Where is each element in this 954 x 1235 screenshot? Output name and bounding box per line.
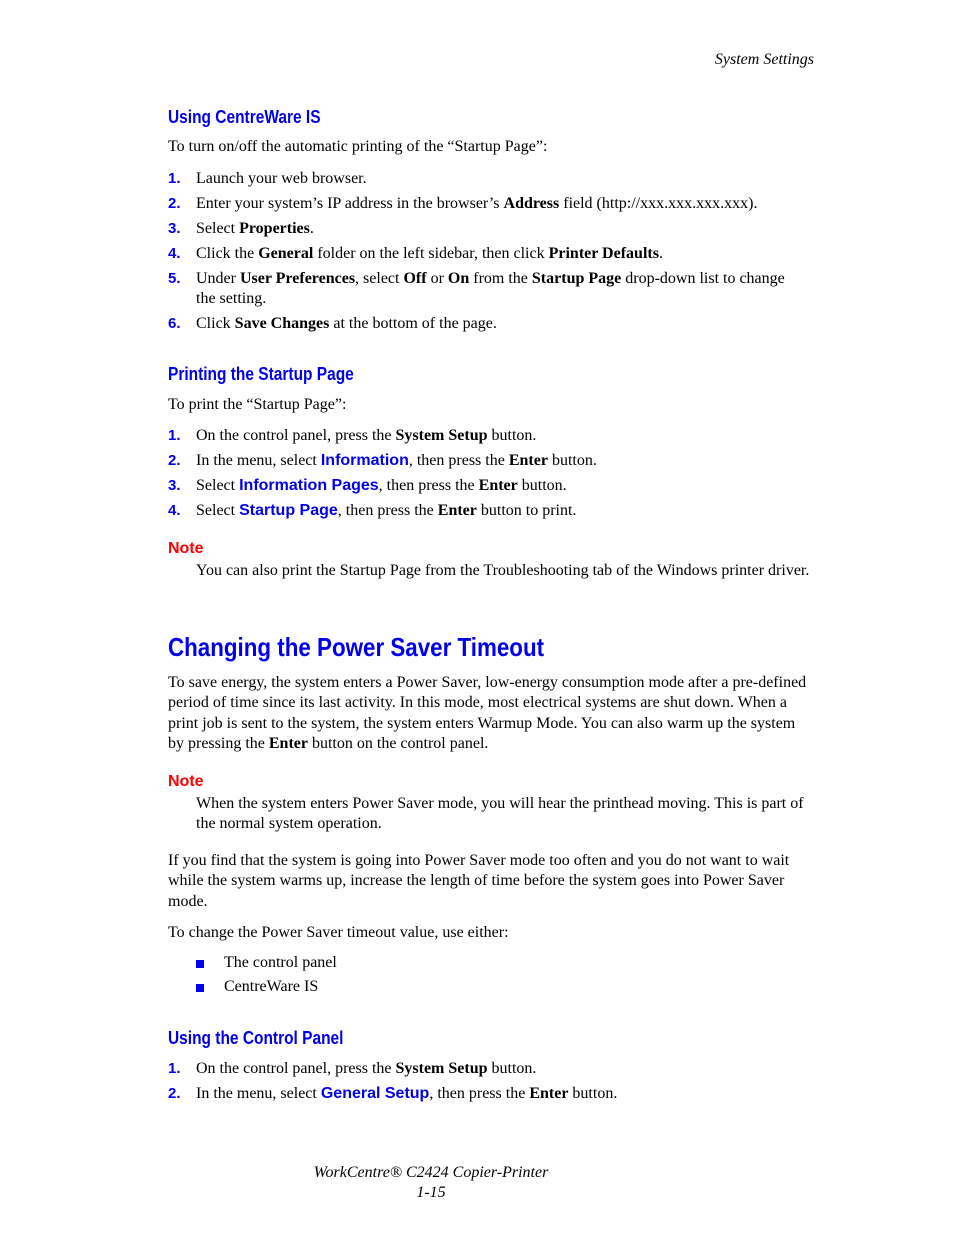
section-heading-using-control-panel: Using the Control Panel bbox=[168, 1028, 344, 1048]
step-text: Click Save Changes at the bottom of the … bbox=[196, 315, 497, 332]
step-text: On the control panel, press the System S… bbox=[196, 1060, 537, 1077]
step-text: Enter your system’s IP address in the br… bbox=[196, 195, 758, 212]
step-number: 5. bbox=[168, 270, 181, 287]
step-number: 3. bbox=[168, 220, 181, 237]
note-label: Note bbox=[168, 540, 204, 557]
section1-intro: To turn on/off the automatic printing of… bbox=[168, 138, 548, 155]
bullet-square-icon bbox=[196, 984, 204, 992]
menu-item-startup-page: Startup Page bbox=[239, 502, 338, 519]
step-number: 2. bbox=[168, 452, 181, 469]
step-text: In the menu, select General Setup, then … bbox=[196, 1085, 618, 1102]
menu-item-information: Information bbox=[320, 452, 409, 469]
step-text: Select Information Pages, then press the… bbox=[196, 477, 567, 494]
step-number: 2. bbox=[168, 1085, 181, 1102]
page-title-power-saver: Changing the Power Saver Timeout bbox=[168, 632, 545, 662]
step-number: 4. bbox=[168, 245, 181, 262]
footer: WorkCentre® C2424 Copier-Printer 1-15 bbox=[0, 1163, 908, 1203]
step-number: 6. bbox=[168, 315, 181, 332]
note-text: When the system enters Power Saver mode,… bbox=[196, 795, 804, 832]
note-text: You can also print the Startup Page from… bbox=[196, 562, 810, 579]
menu-item-information-pages: Information Pages bbox=[239, 477, 379, 494]
section2-intro: To print the “Startup Page”: bbox=[168, 396, 347, 413]
note-label: Note bbox=[168, 773, 204, 790]
section3-para-2: If you find that the system is going int… bbox=[168, 852, 790, 910]
step-text: Select Startup Page, then press the Ente… bbox=[196, 502, 577, 519]
step-number: 1. bbox=[168, 170, 181, 187]
step-text: Select Properties. bbox=[196, 220, 314, 237]
step-text: On the control panel, press the System S… bbox=[196, 427, 537, 444]
running-head: System Settings bbox=[714, 51, 814, 68]
section-heading-using-centreware: Using CentreWare IS bbox=[168, 107, 321, 127]
step-number: 1. bbox=[168, 1060, 181, 1077]
section3-para-1: To save energy, the system enters a Powe… bbox=[168, 674, 807, 752]
step-number: 3. bbox=[168, 477, 181, 494]
step-number: 1. bbox=[168, 427, 181, 444]
step-number: 4. bbox=[168, 502, 181, 519]
page-number: 1-15 bbox=[416, 1184, 446, 1201]
footer-product: WorkCentre® C2424 Copier-Printer bbox=[313, 1164, 549, 1181]
section3-para-3: To change the Power Saver timeout value,… bbox=[168, 924, 509, 941]
section-heading-printing-startup-page: Printing the Startup Page bbox=[168, 364, 354, 384]
step-text: Click the General folder on the left sid… bbox=[196, 245, 663, 262]
menu-item-general-setup: General Setup bbox=[320, 1085, 430, 1102]
step-text: In the menu, select Information, then pr… bbox=[196, 452, 597, 469]
step-text: Launch your web browser. bbox=[196, 170, 367, 187]
bullet-square-icon bbox=[196, 960, 204, 968]
step-text: Under User Preferences, select Off or On… bbox=[196, 270, 785, 307]
step-number: 2. bbox=[168, 195, 181, 212]
